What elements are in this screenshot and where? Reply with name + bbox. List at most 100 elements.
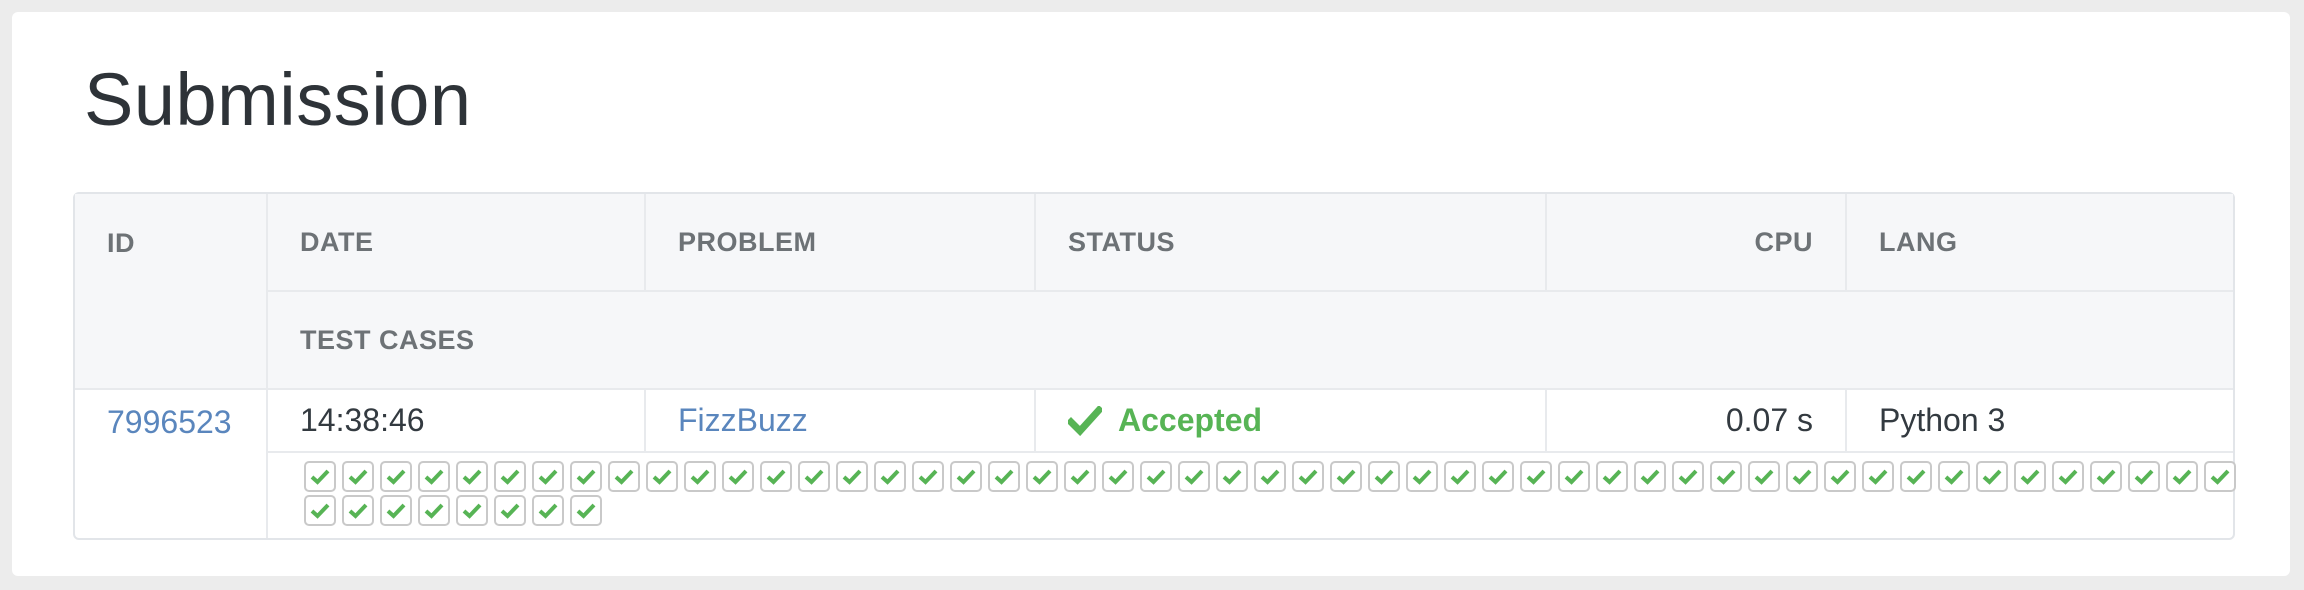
check-icon xyxy=(1336,469,1356,485)
check-icon xyxy=(1070,469,1090,485)
test-case-badge[interactable] xyxy=(1710,461,1742,492)
test-case-badge[interactable] xyxy=(1368,461,1400,492)
check-icon xyxy=(2096,469,2116,485)
test-case-badge[interactable] xyxy=(570,461,602,492)
test-case-badge[interactable] xyxy=(1216,461,1248,492)
check-icon xyxy=(956,469,976,485)
test-case-badge[interactable] xyxy=(646,461,678,492)
test-case-badge[interactable] xyxy=(2014,461,2046,492)
test-case-badge[interactable] xyxy=(874,461,906,492)
problem-cell: FizzBuzz xyxy=(646,390,1036,453)
test-case-badge[interactable] xyxy=(1482,461,1514,492)
test-case-badge[interactable] xyxy=(494,461,526,492)
check-icon xyxy=(614,469,634,485)
test-case-badge[interactable] xyxy=(456,461,488,492)
test-case-badge[interactable] xyxy=(1102,461,1134,492)
test-case-badge[interactable] xyxy=(608,461,640,492)
test-case-badge[interactable] xyxy=(950,461,982,492)
check-icon xyxy=(2210,469,2230,485)
test-cases-cell xyxy=(268,453,2236,538)
test-case-badge[interactable] xyxy=(418,495,450,526)
check-icon xyxy=(1184,469,1204,485)
test-case-badge[interactable] xyxy=(418,461,450,492)
test-case-badge[interactable] xyxy=(1444,461,1476,492)
check-icon xyxy=(1868,469,1888,485)
test-case-badge[interactable] xyxy=(988,461,1020,492)
test-case-badge[interactable] xyxy=(1786,461,1818,492)
test-case-badge[interactable] xyxy=(456,495,488,526)
check-icon xyxy=(1032,469,1052,485)
test-case-badge[interactable] xyxy=(1672,461,1704,492)
test-case-badge[interactable] xyxy=(912,461,944,492)
check-icon xyxy=(918,469,938,485)
test-case-badge[interactable] xyxy=(532,461,564,492)
test-case-badge[interactable] xyxy=(1862,461,1894,492)
check-icon xyxy=(1488,469,1508,485)
check-icon xyxy=(1640,469,1660,485)
test-case-badge[interactable] xyxy=(1140,461,1172,492)
test-case-badge[interactable] xyxy=(304,461,336,492)
test-case-badge[interactable] xyxy=(1748,461,1780,492)
check-icon xyxy=(1222,469,1242,485)
header-date: DATE xyxy=(268,194,646,292)
check-icon xyxy=(348,503,368,519)
problem-link[interactable]: FizzBuzz xyxy=(678,402,808,438)
test-case-badge[interactable] xyxy=(760,461,792,492)
check-icon xyxy=(538,469,558,485)
submission-id-link[interactable]: 7996523 xyxy=(107,404,232,440)
check-icon xyxy=(1564,469,1584,485)
check-icon xyxy=(1450,469,1470,485)
test-case-badge[interactable] xyxy=(304,495,336,526)
test-case-badge[interactable] xyxy=(1824,461,1856,492)
test-case-badge[interactable] xyxy=(798,461,830,492)
test-case-badge[interactable] xyxy=(380,495,412,526)
test-case-badge[interactable] xyxy=(380,461,412,492)
test-case-badge[interactable] xyxy=(1596,461,1628,492)
check-icon xyxy=(500,503,520,519)
test-case-badge[interactable] xyxy=(1292,461,1324,492)
test-case-badge[interactable] xyxy=(342,495,374,526)
test-case-badge[interactable] xyxy=(1938,461,1970,492)
check-icon xyxy=(2172,469,2192,485)
test-case-badge[interactable] xyxy=(1254,461,1286,492)
submission-card: Submission ID DATE PROBLEM STATUS CPU LA… xyxy=(12,12,2290,576)
check-icon xyxy=(462,503,482,519)
test-case-badge[interactable] xyxy=(1900,461,1932,492)
test-case-badge[interactable] xyxy=(722,461,754,492)
test-case-badge[interactable] xyxy=(1634,461,1666,492)
test-case-badge[interactable] xyxy=(494,495,526,526)
check-icon xyxy=(1146,469,1166,485)
test-case-badge[interactable] xyxy=(342,461,374,492)
check-icon xyxy=(576,503,596,519)
check-icon xyxy=(310,503,330,519)
test-case-badge[interactable] xyxy=(1330,461,1362,492)
test-case-badge[interactable] xyxy=(1520,461,1552,492)
test-case-badge[interactable] xyxy=(2052,461,2084,492)
test-case-badge[interactable] xyxy=(1406,461,1438,492)
table-row: 7996523 14:38:46 FizzBuzz Accepted 0.07 … xyxy=(75,390,2233,538)
test-case-badge[interactable] xyxy=(1558,461,1590,492)
check-icon xyxy=(880,469,900,485)
test-case-badge[interactable] xyxy=(2090,461,2122,492)
test-case-badge[interactable] xyxy=(570,495,602,526)
check-icon xyxy=(1678,469,1698,485)
test-case-badge[interactable] xyxy=(2128,461,2160,492)
test-case-badge[interactable] xyxy=(532,495,564,526)
test-case-badge[interactable] xyxy=(1976,461,2008,492)
check-icon xyxy=(538,503,558,519)
test-case-badge[interactable] xyxy=(2166,461,2198,492)
check-icon xyxy=(2058,469,2078,485)
header-problem: PROBLEM xyxy=(646,194,1036,292)
check-icon xyxy=(766,469,786,485)
test-case-badge[interactable] xyxy=(2204,461,2236,492)
header-status: STATUS xyxy=(1036,194,1547,292)
test-case-badge[interactable] xyxy=(684,461,716,492)
test-case-badge[interactable] xyxy=(1064,461,1096,492)
test-case-badge[interactable] xyxy=(1026,461,1058,492)
check-icon xyxy=(462,469,482,485)
test-case-badge[interactable] xyxy=(836,461,868,492)
test-case-badge[interactable] xyxy=(1178,461,1210,492)
check-icon xyxy=(576,469,596,485)
status-cell: Accepted xyxy=(1036,390,1547,453)
check-icon xyxy=(690,469,710,485)
